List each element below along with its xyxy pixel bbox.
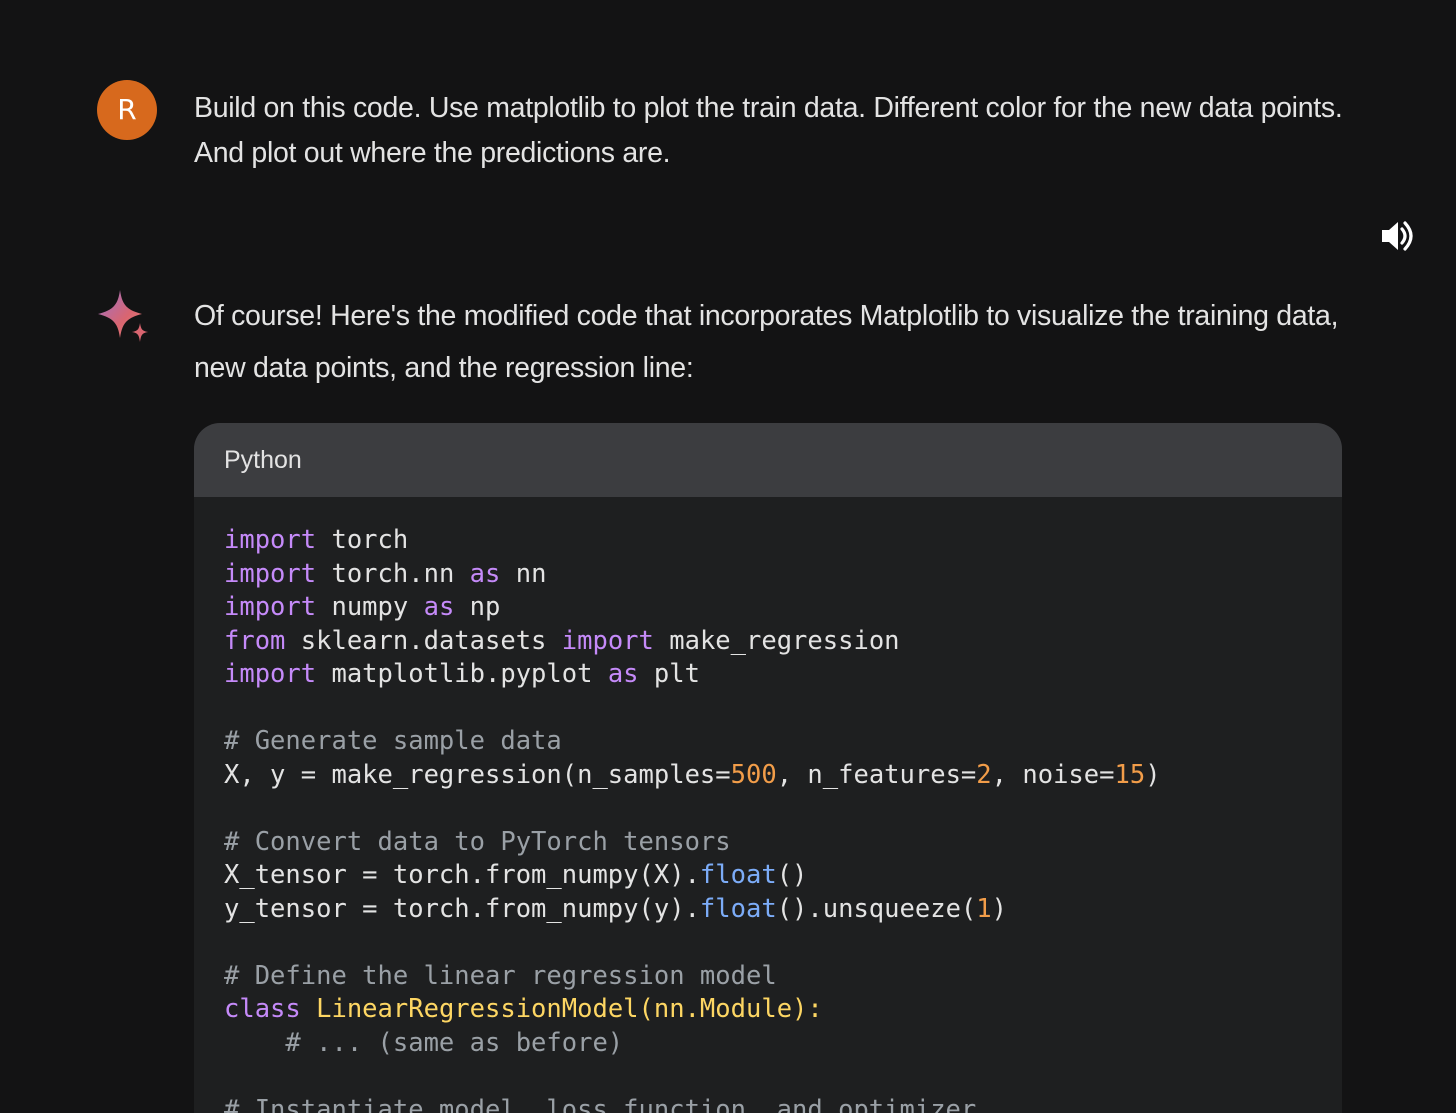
code-token: # Convert data to PyTorch tensors [224, 826, 731, 857]
user-avatar: R [97, 80, 157, 140]
code-token: # Generate sample data [224, 726, 562, 756]
code-line: # ... (same as before) [224, 1027, 1312, 1061]
code-line: # Convert data to PyTorch tensors [224, 826, 1312, 860]
code-line: class LinearRegressionModel(nn.Module): [224, 993, 1312, 1027]
code-token: import [224, 558, 317, 589]
speaker-icon[interactable] [1378, 216, 1418, 256]
code-line: # Define the linear regression model [224, 960, 1312, 994]
user-prompt-text: Build on this code. Use matplotlib to pl… [194, 92, 1343, 169]
assistant-reply-text: Of course! Here's the modified code that… [194, 300, 1339, 384]
code-token: sklearn.datasets [285, 625, 562, 656]
code-token: nn [500, 558, 547, 589]
code-line: import matplotlib.pyplot as plt [224, 658, 1312, 692]
code-token: import [224, 592, 317, 622]
code-token: import [561, 625, 654, 656]
code-line: from sklearn.datasets import make_regres… [224, 625, 1312, 659]
code-token: as [607, 659, 639, 689]
code-line: # Generate sample data [224, 725, 1312, 759]
gemini-sparkle-icon [96, 288, 152, 346]
code-token: y_tensor = torch.from_numpy(y). [224, 893, 700, 924]
code-token: 15 [1114, 759, 1146, 790]
code-token: import [224, 525, 317, 555]
code-token: , noise= [991, 759, 1115, 790]
code-token: make_regression [653, 625, 900, 656]
code-token: X_tensor = torch.from_numpy(X). [224, 860, 700, 890]
code-token: class [224, 994, 301, 1024]
code-token: # Instantiate model, loss function, and … [224, 1094, 977, 1113]
code-line: X, y = make_regression(n_samples=500, n_… [224, 759, 1312, 793]
code-token: as [423, 592, 455, 622]
code-token: numpy [316, 592, 424, 622]
code-token: torch [316, 525, 409, 555]
code-token: , n_features= [776, 759, 977, 790]
code-line: # Instantiate model, loss function, and … [224, 1094, 1312, 1113]
code-content[interactable]: import torch import torch.nn as nn import … [194, 497, 1342, 1113]
code-token: () [776, 860, 808, 890]
code-line: y_tensor = torch.from_numpy(y).float().u… [224, 893, 1312, 927]
code-token: 500 [730, 759, 777, 790]
code-token: plt [638, 659, 700, 689]
code-token: 2 [976, 759, 992, 790]
code-token: import [224, 659, 317, 689]
code-token: 1 [976, 893, 992, 924]
code-token: ().unsqueeze( [776, 893, 977, 924]
code-token: float [699, 860, 777, 890]
code-token: # Define the linear regression model [224, 960, 777, 991]
code-token: np [454, 592, 501, 622]
code-line: X_tensor = torch.from_numpy(X).float() [224, 859, 1312, 893]
code-language-label: Python [194, 423, 1342, 497]
code-line: import numpy as np [224, 591, 1312, 625]
code-token: float [699, 893, 777, 924]
code-token: LinearRegressionModel(nn.Module): [316, 994, 823, 1024]
code-token: ) [991, 893, 1007, 924]
code-token: torch.nn [316, 558, 470, 589]
code-line: import torch.nn as nn [224, 558, 1312, 592]
code-token: as [469, 558, 501, 589]
code-token: from [224, 625, 286, 656]
code-token: matplotlib.pyplot [316, 659, 608, 689]
code-line: import torch [224, 524, 1312, 558]
speaker-icon-graphic [1382, 221, 1413, 251]
code-token: # ... (same as before) [224, 1027, 624, 1058]
code-token: X, y = make_regression(n_samples= [224, 759, 731, 790]
code-token: ) [1145, 759, 1161, 790]
code-block: Python import torch import torch.nn as nn… [194, 423, 1342, 1113]
